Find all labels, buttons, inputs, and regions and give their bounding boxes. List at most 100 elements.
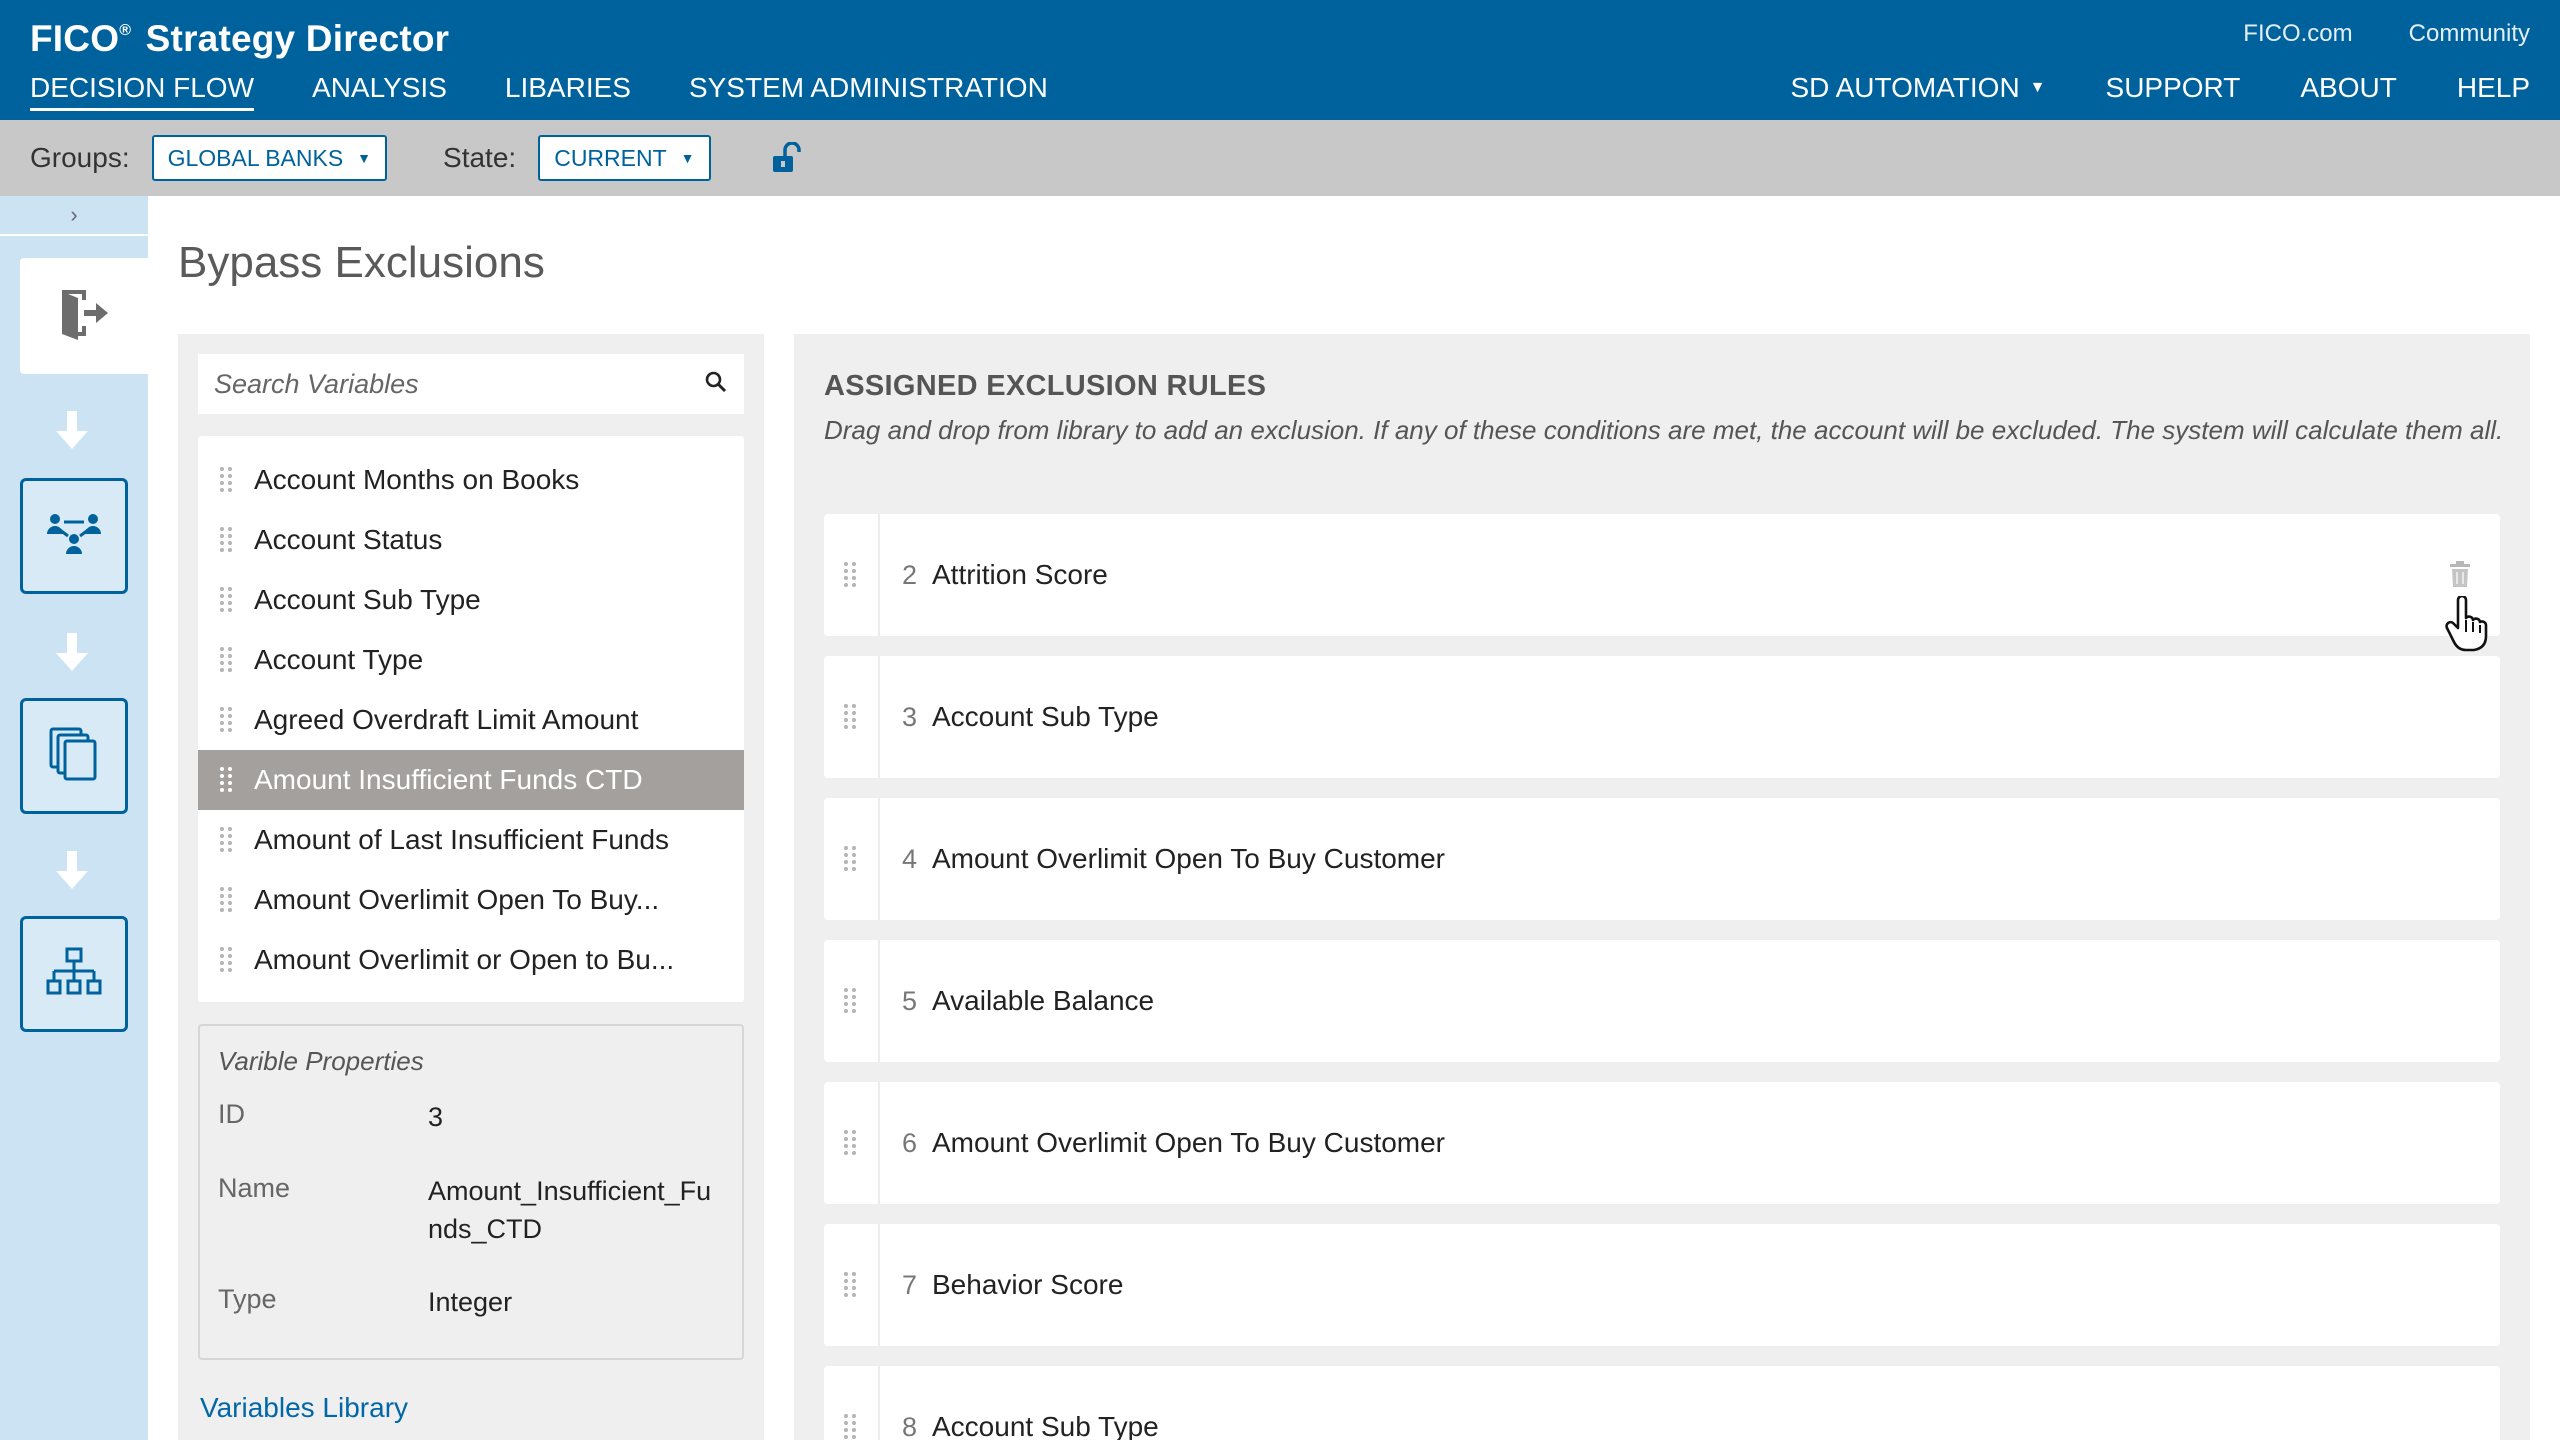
nav-decision-flow[interactable]: DECISION FLOW — [30, 72, 255, 111]
state-select[interactable]: CURRENT ▼ — [538, 135, 711, 181]
drag-handle-icon[interactable] — [824, 798, 880, 920]
list-item-label: Amount Overlimit or Open to Bu... — [254, 944, 675, 975]
drag-handle-icon[interactable] — [824, 1366, 880, 1440]
rules-title: ASSIGNED EXCLUSION RULES — [824, 370, 1267, 402]
exit-icon — [56, 286, 112, 347]
rule-number: 2 — [902, 559, 918, 590]
brand-logo[interactable]: FICO® Strategy Director — [30, 18, 449, 60]
variables-library-link[interactable]: Variables Library — [200, 1392, 408, 1424]
list-item[interactable]: Account Months on Books — [198, 450, 744, 510]
list-item-label: Account Type — [254, 644, 424, 675]
drag-handle-icon — [220, 527, 232, 552]
list-item[interactable]: Amount of Last Insufficient Funds — [198, 810, 744, 870]
list-item-label: Account Sub Type — [254, 584, 481, 615]
documents-icon — [48, 726, 100, 787]
drag-handle-icon — [220, 707, 232, 732]
list-item[interactable]: Account Type — [198, 630, 744, 690]
rule-card[interactable]: 8 Account Sub Type — [824, 1366, 2500, 1440]
property-name-row: Name Amount_Insufficient_Funds_CTD — [218, 1173, 724, 1249]
drag-handle-icon[interactable] — [824, 656, 880, 778]
utility-links: FICO.com Community — [2243, 20, 2530, 48]
unlock-icon[interactable] — [769, 141, 803, 175]
drag-handle-icon — [220, 587, 232, 612]
list-item[interactable]: Account Status — [198, 510, 744, 570]
nav-system-administration[interactable]: SYSTEM ADMINISTRATION — [689, 72, 1048, 111]
property-type-label: Type — [218, 1284, 277, 1315]
property-name-value: Amount_Insufficient_Funds_CTD — [428, 1175, 712, 1244]
list-item-label: Amount Insufficient Funds CTD — [254, 764, 643, 795]
caret-down-icon: ▼ — [357, 150, 372, 166]
list-item-label: Account Months on Books — [254, 464, 580, 495]
rule-number: 6 — [902, 1127, 918, 1158]
nav-support[interactable]: SUPPORT — [2106, 72, 2241, 104]
list-item[interactable]: Account Sub Type — [198, 570, 744, 630]
nav-analysis[interactable]: ANALYSIS — [312, 72, 447, 111]
rule-name: Behavior Score — [932, 1269, 1124, 1300]
property-type-value: Integer — [428, 1287, 513, 1318]
main-nav: DECISION FLOW ANALYSIS LIBARIES SYSTEM A… — [30, 72, 1048, 111]
drag-handle-icon[interactable] — [824, 1224, 880, 1346]
drag-handle-icon — [220, 887, 232, 912]
list-item[interactable]: Amount Overlimit or Open to Bu... — [198, 930, 744, 990]
property-type-row: Type Integer — [218, 1284, 724, 1322]
rail-expand-toggle[interactable]: › — [0, 196, 148, 236]
variables-list: Account Months on Books Account Status A… — [198, 436, 744, 1002]
rule-number: 4 — [902, 843, 918, 874]
rule-card[interactable]: 2 Attrition Score — [824, 514, 2500, 636]
groups-select[interactable]: GLOBAL BANKS ▼ — [151, 135, 388, 181]
brand-name: FICO — [30, 18, 120, 59]
list-item-selected[interactable]: Amount Insufficient Funds CTD — [198, 750, 744, 810]
drag-handle-icon — [220, 767, 232, 792]
rule-name: Attrition Score — [932, 559, 1108, 590]
nav-libaries[interactable]: LIBARIES — [505, 72, 631, 111]
drag-handle-icon — [220, 647, 232, 672]
arrow-down-icon — [52, 632, 92, 672]
list-item[interactable]: Agreed Overdraft Limit Amount — [198, 690, 744, 750]
property-name-label: Name — [218, 1172, 291, 1203]
rail-step-treatments[interactable] — [20, 698, 128, 814]
trash-icon[interactable] — [2448, 560, 2472, 588]
list-item-label: Amount of Last Insufficient Funds — [254, 824, 670, 855]
rule-card[interactable]: 7 Behavior Score — [824, 1224, 2500, 1346]
drag-handle-icon[interactable] — [824, 940, 880, 1062]
rule-card[interactable]: 5 Available Balance — [824, 940, 2500, 1062]
top-header: FICO® Strategy Director FICO.com Communi… — [0, 0, 2560, 120]
workflow-rail: › — [0, 196, 148, 1440]
rail-step-decision-tree[interactable] — [20, 916, 128, 1032]
rule-number: 7 — [902, 1269, 918, 1300]
hand-cursor-icon — [2444, 594, 2488, 652]
exclusion-rules-panel: ASSIGNED EXCLUSION RULES Drag and drop f… — [794, 334, 2530, 1440]
property-id-value: 3 — [428, 1102, 444, 1132]
rules-description: Drag and drop from library to add an exc… — [824, 415, 2504, 445]
rule-number: 8 — [902, 1411, 918, 1440]
nav-help[interactable]: HELP — [2457, 72, 2530, 104]
groups-label: Groups: — [30, 142, 130, 173]
fico-com-link[interactable]: FICO.com — [2243, 20, 2352, 48]
community-link[interactable]: Community — [2409, 20, 2530, 48]
nav-about[interactable]: ABOUT — [2300, 72, 2396, 104]
drag-handle-icon[interactable] — [824, 514, 880, 636]
drag-handle-icon — [220, 467, 232, 492]
rule-name: Account Sub Type — [932, 701, 1159, 732]
search-icon[interactable] — [704, 370, 728, 399]
rule-card[interactable]: 3 Account Sub Type — [824, 656, 2500, 778]
variables-panel: Account Months on Books Account Status A… — [178, 334, 764, 1440]
rail-step-exclusions[interactable] — [20, 258, 148, 374]
account-menu-label: SD AUTOMATION — [1790, 72, 2020, 103]
search-variables-input[interactable] — [214, 368, 704, 400]
account-menu[interactable]: SD AUTOMATION ▼ — [1790, 72, 2045, 104]
drag-handle-icon[interactable] — [824, 1082, 880, 1204]
rule-card[interactable]: 6 Amount Overlimit Open To Buy Customer — [824, 1082, 2500, 1204]
rule-name: Account Sub Type — [932, 1411, 1159, 1440]
rule-name: Amount Overlimit Open To Buy Customer — [932, 1127, 1446, 1158]
rule-name: Amount Overlimit Open To Buy Customer — [932, 843, 1446, 874]
hierarchy-icon — [46, 947, 102, 1002]
caret-down-icon: ▼ — [2029, 79, 2046, 96]
search-box — [198, 354, 744, 414]
state-label: State: — [443, 142, 517, 173]
rail-step-segmentation[interactable] — [20, 478, 128, 594]
rule-card[interactable]: 4 Amount Overlimit Open To Buy Customer — [824, 798, 2500, 920]
list-item[interactable]: Amount Overlimit Open To Buy... — [198, 870, 744, 930]
list-item-label: Amount Overlimit Open To Buy... — [254, 884, 660, 915]
drag-handle-icon — [220, 947, 232, 972]
